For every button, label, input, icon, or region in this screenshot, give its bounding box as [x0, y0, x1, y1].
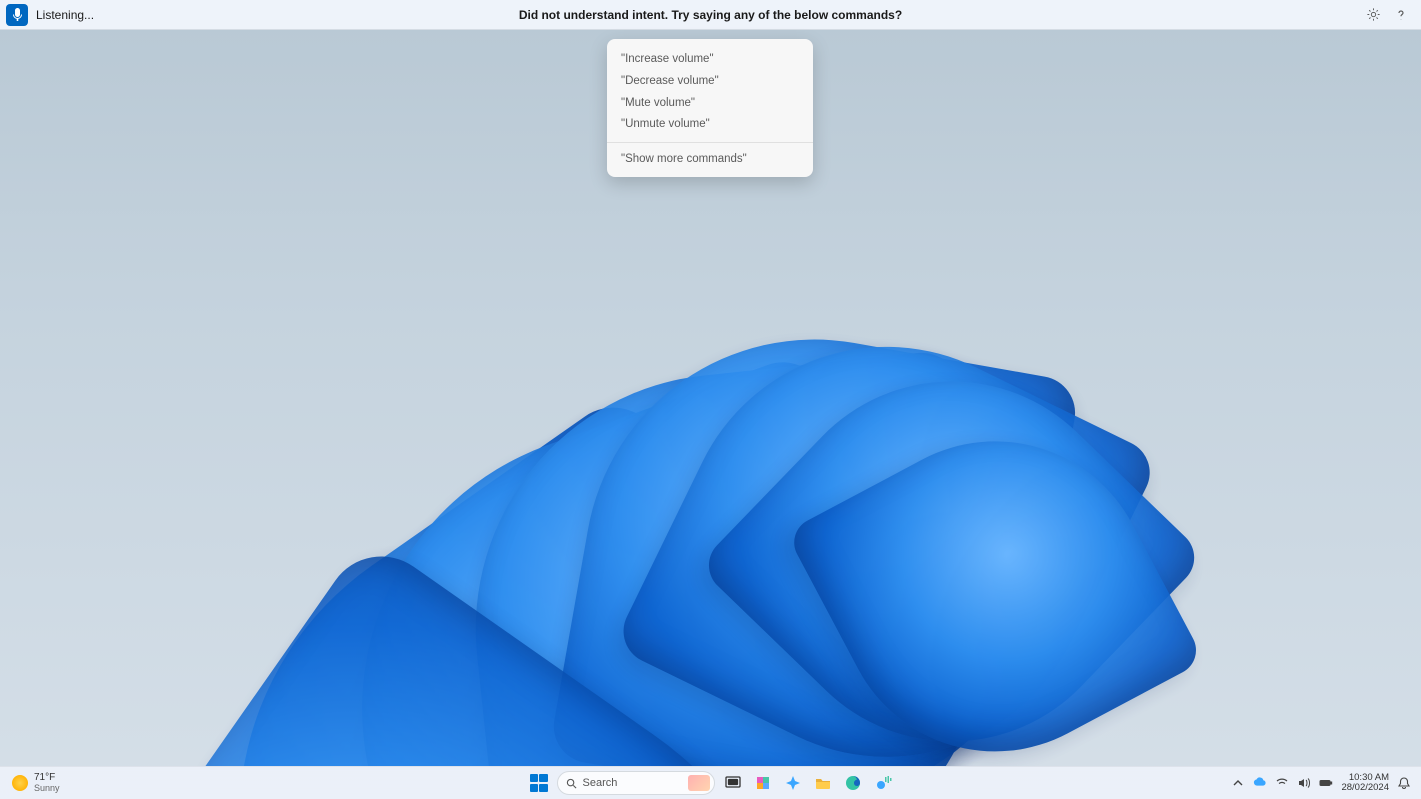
- battery-icon: [1319, 776, 1333, 790]
- folder-icon: [814, 774, 832, 792]
- battery-tray-icon[interactable]: [1319, 776, 1333, 790]
- edge-button[interactable]: [841, 771, 865, 795]
- voice-access-app-button[interactable]: [871, 771, 895, 795]
- chat-icon: [754, 774, 772, 792]
- command-suggestion[interactable]: "Mute volume": [607, 93, 813, 115]
- command-suggestion[interactable]: "Increase volume": [607, 49, 813, 71]
- chevron-up-icon: [1232, 777, 1244, 789]
- show-more-commands[interactable]: "Show more commands": [607, 149, 813, 171]
- intent-message: Did not understand intent. Try saying an…: [519, 8, 902, 22]
- copilot-icon: [784, 774, 802, 792]
- help-icon: [1394, 8, 1408, 22]
- popup-divider: [607, 142, 813, 143]
- file-explorer-button[interactable]: [811, 771, 835, 795]
- task-view-icon: [724, 774, 742, 792]
- date-text: 28/02/2024: [1341, 783, 1389, 793]
- taskbar: 71°F Sunny Search: [0, 766, 1421, 799]
- bell-icon: [1397, 776, 1411, 790]
- search-box[interactable]: Search: [557, 771, 715, 795]
- settings-button[interactable]: [1365, 7, 1381, 23]
- weather-temperature: 71°F: [34, 773, 60, 784]
- copilot-button[interactable]: [781, 771, 805, 795]
- voice-access-icon: [874, 774, 892, 792]
- sun-icon: [12, 775, 28, 791]
- gear-icon: [1366, 7, 1381, 22]
- speaker-icon: [1297, 776, 1311, 790]
- search-highlight-icon: [688, 775, 710, 791]
- wifi-icon: [1275, 776, 1289, 790]
- microphone-icon: [12, 8, 23, 22]
- weather-condition: Sunny: [34, 784, 60, 793]
- windows-logo-icon: [530, 774, 548, 792]
- search-icon: [566, 778, 577, 789]
- chat-button[interactable]: [751, 771, 775, 795]
- notifications-button[interactable]: [1397, 776, 1411, 790]
- clock-button[interactable]: 10:30 AM 28/02/2024: [1341, 773, 1389, 793]
- command-suggestion[interactable]: "Decrease volume": [607, 71, 813, 93]
- onedrive-tray-icon[interactable]: [1253, 776, 1267, 790]
- volume-tray-icon[interactable]: [1297, 776, 1311, 790]
- voice-access-bar: Listening... Did not understand intent. …: [0, 0, 1421, 30]
- search-placeholder: Search: [583, 777, 682, 789]
- command-suggestions-popup: "Increase volume" "Decrease volume" "Mut…: [607, 39, 813, 177]
- microphone-button[interactable]: [6, 4, 28, 26]
- listening-status: Listening...: [36, 8, 94, 22]
- wifi-tray-icon[interactable]: [1275, 776, 1289, 790]
- weather-widget[interactable]: 71°F Sunny: [0, 773, 60, 793]
- task-view-button[interactable]: [721, 771, 745, 795]
- edge-icon: [844, 774, 862, 792]
- show-hidden-icons-button[interactable]: [1231, 776, 1245, 790]
- cloud-icon: [1253, 776, 1267, 790]
- start-button[interactable]: [527, 771, 551, 795]
- command-suggestion[interactable]: "Unmute volume": [607, 114, 813, 136]
- help-button[interactable]: [1393, 7, 1409, 23]
